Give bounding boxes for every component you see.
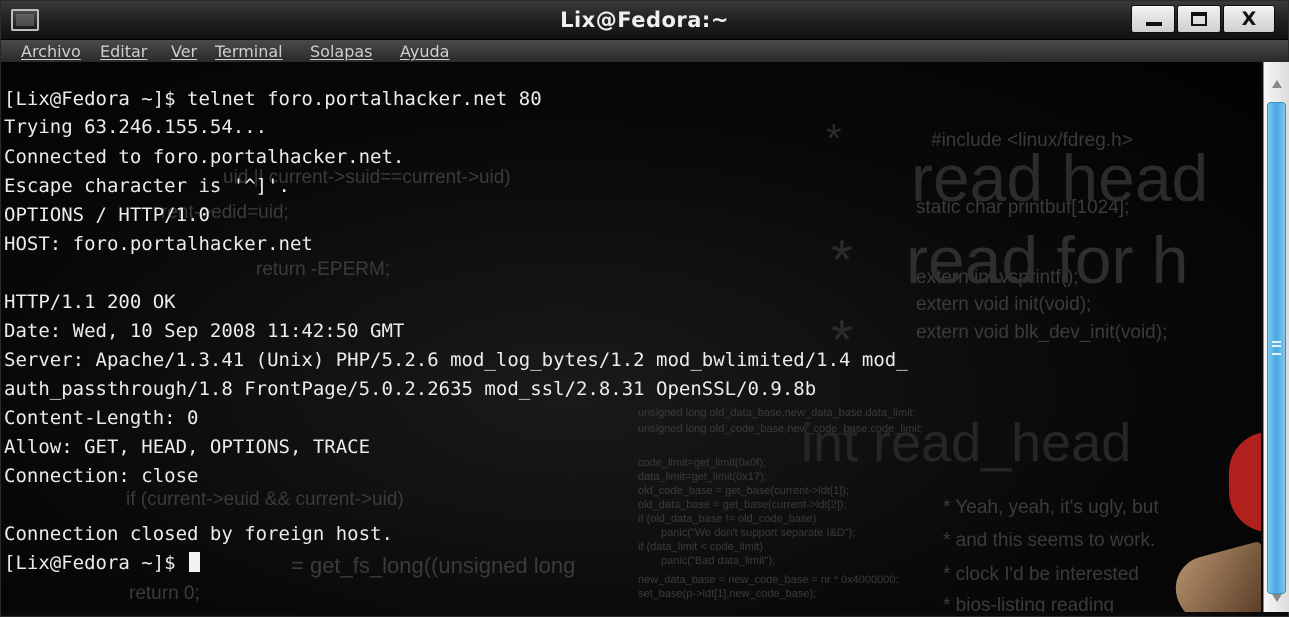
menu-terminal[interactable]: Terminal — [215, 42, 283, 61]
terminal-line: Date: Wed, 10 Sep 2008 11:42:50 GMT — [4, 320, 405, 342]
title-bar[interactable]: Lix@Fedora:~ X — [1, 1, 1288, 40]
maximize-icon — [1191, 12, 1207, 26]
terminal-line: Allow: GET, HEAD, OPTIONS, TRACE — [4, 436, 371, 458]
terminal-line: Connection: close — [4, 465, 199, 487]
wallpaper-big-text: int read_head — [801, 413, 1132, 473]
wallpaper-code: if (current->euid && current->uid) — [126, 489, 404, 510]
wallpaper-code: code_limit=get_limit(0x0f); — [638, 457, 767, 469]
terminal-prompt: [Lix@Fedora ~]$ — [4, 552, 188, 574]
scroll-down-arrow-icon[interactable] — [1272, 594, 1282, 602]
terminal-line: Connection closed by foreign host. — [4, 523, 393, 545]
grip-icon — [1272, 341, 1281, 355]
terminal-prompt-line: [Lix@Fedora ~]$ — [4, 552, 201, 575]
terminal-line: OPTIONS / HTTP/1.0 — [4, 204, 210, 226]
close-button[interactable]: X — [1223, 5, 1275, 33]
vertical-scrollbar[interactable] — [1263, 62, 1289, 612]
close-icon: X — [1241, 8, 1257, 30]
wallpaper-mascot-red — [1229, 432, 1261, 532]
wallpaper-code: panic("We don't support separate I&D"); — [661, 527, 856, 539]
wallpaper-code: unsigned long old_data_base,new_data_bas… — [638, 407, 916, 419]
terminal-line: auth_passthrough/1.8 FrontPage/5.0.2.263… — [4, 378, 817, 400]
terminal-line: [Lix@Fedora ~]$ telnet foro.portalhacker… — [4, 88, 542, 110]
wallpaper-code: #include <linux/fdreg.h> — [931, 130, 1133, 151]
minimize-icon — [1146, 22, 1162, 26]
menu-solapas[interactable]: Solapas — [310, 42, 373, 61]
window-title: Lix@Fedora:~ — [560, 8, 729, 32]
wallpaper-code: return 0; — [129, 583, 200, 604]
wallpaper-code: if (data_limit < code_limit) — [638, 541, 764, 553]
wallpaper-code: new_data_base = new_code_base = nr * 0x4… — [638, 574, 899, 586]
wallpaper-code: static char printbuf[1024]; — [916, 197, 1130, 218]
terminal-window: Lix@Fedora:~ X Archivo Editar Ver Termin… — [0, 0, 1289, 617]
terminal-line: Server: Apache/1.3.41 (Unix) PHP/5.2.6 m… — [4, 349, 908, 371]
terminal-line: HOST: foro.portalhacker.net — [4, 233, 313, 255]
menu-archivo[interactable]: Archivo — [21, 42, 81, 61]
wallpaper-code: old_data_base = get_base(current->ldt[2]… — [638, 499, 847, 511]
wallpaper-code: extern void blk_dev_init(void); — [916, 322, 1168, 343]
menu-bar: Archivo Editar Ver Terminal Solapas Ayud… — [1, 40, 1288, 62]
wallpaper-code: * bios-listing reading — [943, 595, 1115, 612]
scrollbar-thumb[interactable] — [1267, 102, 1286, 594]
wallpaper-code: old_code_base = get_base(current->ldt[1]… — [638, 485, 849, 497]
wallpaper-code: extern int vsprintf(); — [916, 267, 1079, 288]
wallpaper-code: = get_fs_long((unsigned long — [291, 553, 576, 578]
wallpaper-code: * Yeah, yeah, it's ugly, but — [943, 497, 1159, 518]
terminal-line: Content-Length: 0 — [4, 407, 199, 429]
wallpaper-star: * — [826, 117, 842, 161]
wallpaper-code: unsigned long old_code_base,new_code_bas… — [638, 423, 923, 435]
wallpaper-code: extern void init(void); — [916, 294, 1092, 315]
terminal-output[interactable]: uid || current->suid==current->uid) rent… — [1, 62, 1261, 612]
wallpaper-big-text: read head — [911, 141, 1209, 215]
wallpaper-code: set_base(p->ldt[1],new_code_base); — [638, 588, 817, 600]
wallpaper-code: data_limit=get_limit(0x17); — [638, 471, 767, 483]
terminal-line: Escape character is '^]'. — [4, 175, 290, 197]
maximize-button[interactable] — [1177, 5, 1221, 33]
wallpaper-code: * clock I'd be interested — [943, 564, 1139, 585]
wallpaper-star: * — [831, 228, 853, 291]
scroll-up-arrow-icon[interactable] — [1272, 80, 1282, 88]
menu-editar[interactable]: Editar — [100, 42, 147, 61]
wallpaper-big-text: read for h — [906, 223, 1189, 297]
terminal-line: Connected to foro.portalhacker.net. — [4, 146, 405, 168]
terminal-line: Trying 63.246.155.54... — [4, 116, 268, 138]
wallpaper-code: panic("Bad data_limit"); — [661, 555, 776, 567]
wallpaper-code: if (old_data_base != old_code_base) — [638, 513, 817, 525]
wallpaper-code: * and this seems to work. — [943, 530, 1156, 551]
menu-ayuda[interactable]: Ayuda — [400, 42, 449, 61]
menu-ver[interactable]: Ver — [171, 42, 197, 61]
wallpaper-code: return -EPERM; — [256, 259, 391, 280]
text-cursor — [189, 552, 201, 572]
terminal-line: HTTP/1.1 200 OK — [4, 291, 176, 313]
wallpaper-mascot — [1168, 540, 1261, 612]
minimize-button[interactable] — [1131, 5, 1175, 33]
